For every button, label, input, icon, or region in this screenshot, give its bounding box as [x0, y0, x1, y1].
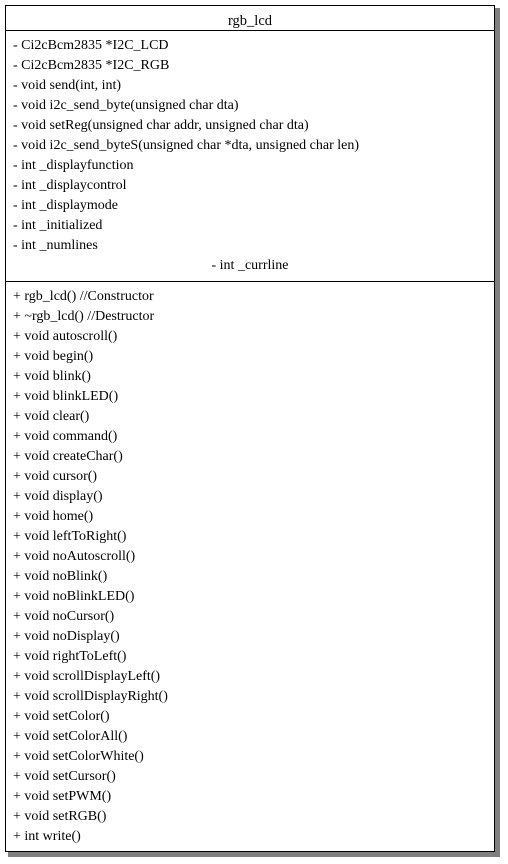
class-attribute-row: - void send(int, int) [13, 78, 122, 93]
class-method-row: + void noCursor() [13, 609, 115, 624]
class-method-row: + void noBlink() [13, 569, 108, 584]
class-method-row: + void clear() [13, 409, 90, 424]
class-method-row: + void setColorWhite() [13, 749, 144, 764]
class-method-row: + void blinkLED() [13, 389, 119, 404]
class-method-row: + rgb_lcd() //Constructor [13, 289, 154, 304]
class-method-row: + void noAutoscroll() [13, 549, 136, 564]
class-attribute-row: - int _numlines [13, 238, 98, 253]
class-name-header: rgb_lcd [6, 6, 494, 31]
class-attribute-row: - Ci2cBcm2835 *I2C_LCD [13, 38, 169, 53]
class-method-row: + void scrollDisplayLeft() [13, 669, 161, 684]
class-method-row: + void setColor() [13, 709, 110, 724]
class-method-row: + void command() [13, 429, 118, 444]
class-attribute-row: - Ci2cBcm2835 *I2C_RGB [13, 58, 170, 73]
class-method-row: + void rightToLeft() [13, 649, 127, 664]
class-method-row: + void autoscroll() [13, 329, 118, 344]
class-method-row: + void setRGB() [13, 809, 107, 824]
class-method-row: + void leftToRight() [13, 529, 127, 544]
class-method-row: + void cursor() [13, 469, 98, 484]
class-method-row: + int write() [13, 829, 81, 844]
class-method-row: + void blink() [13, 369, 91, 384]
class-attribute-row: - void setReg(unsigned char addr, unsign… [13, 118, 309, 133]
class-method-row: + void display() [13, 489, 103, 504]
attributes-compartment: - Ci2cBcm2835 *I2C_LCD - Ci2cBcm2835 *I2C… [6, 31, 494, 282]
diagram-canvas: rgb_lcd - Ci2cBcm2835 *I2C_LCD - Ci2cBcm2… [0, 0, 508, 864]
class-attribute-row: - int _initialized [13, 218, 103, 233]
class-method-row: + void scrollDisplayRight() [13, 689, 168, 704]
class-method-row: + void noBlinkLED() [13, 589, 135, 604]
class-method-row: + void noDisplay() [13, 629, 120, 644]
class-method-row: + void setCursor() [13, 769, 116, 784]
methods-compartment: + rgb_lcd() //Constructor + ~rgb_lcd() //… [6, 282, 494, 851]
class-attribute-row: - int _displaycontrol [13, 178, 127, 193]
uml-class-box-rgb-lcd[interactable]: rgb_lcd - Ci2cBcm2835 *I2C_LCD - Ci2cBcm2… [5, 5, 495, 852]
class-method-row: + void createChar() [13, 449, 123, 464]
class-method-row: + void setColorAll() [13, 729, 128, 744]
class-attribute-row: - int _currline [211, 258, 289, 273]
class-method-row: + void setPWM() [13, 789, 112, 804]
class-attribute-row: - int _displayfunction [13, 158, 134, 173]
class-method-row: + void begin() [13, 349, 94, 364]
class-attribute-row: - void i2c_send_byte(unsigned char dta) [13, 98, 239, 113]
class-method-row: + ~rgb_lcd() //Destructor [13, 309, 155, 324]
class-attribute-row: - int _displaymode [13, 198, 118, 213]
class-attribute-row: - void i2c_send_byteS(unsigned char *dta… [13, 138, 360, 153]
class-method-row: + void home() [13, 509, 94, 524]
